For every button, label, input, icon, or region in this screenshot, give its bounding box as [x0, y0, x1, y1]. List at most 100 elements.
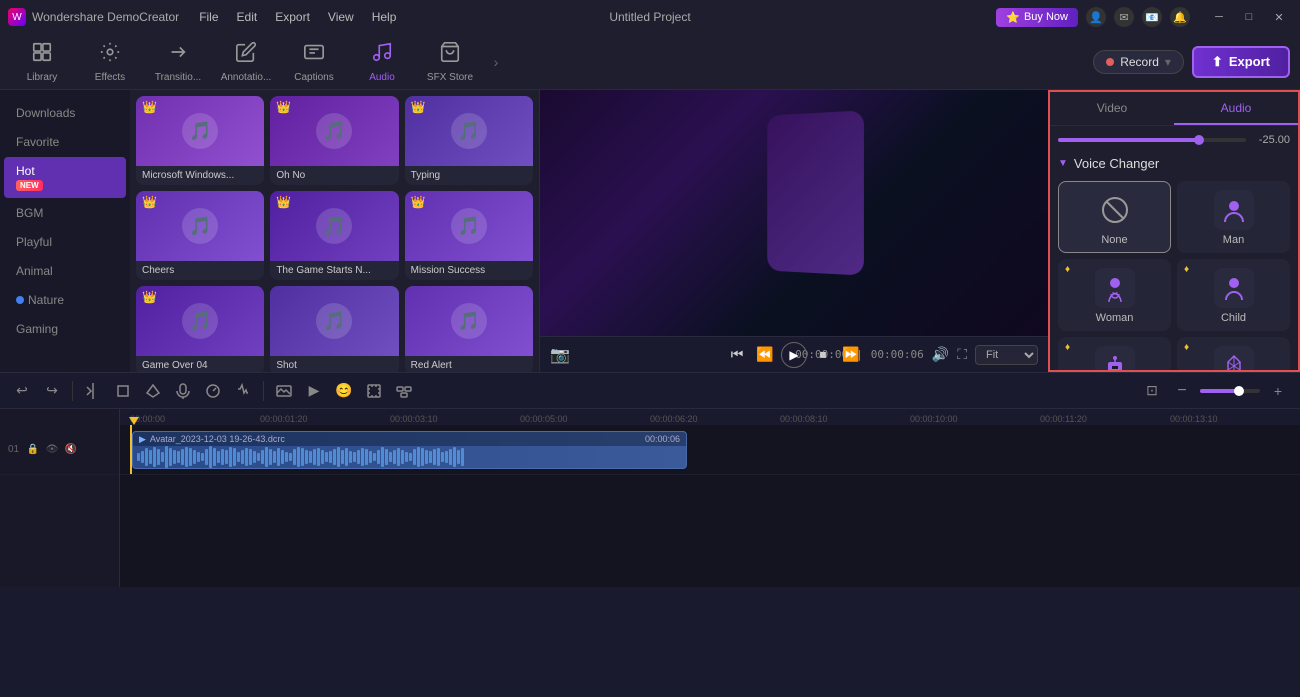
- track-label-01: 01 🔒 👁 🔇: [0, 425, 119, 475]
- emoji-button[interactable]: 😊: [332, 379, 356, 403]
- zoom-in-button[interactable]: +: [1266, 379, 1290, 403]
- menu-export[interactable]: Export: [267, 8, 318, 26]
- notifications-icon[interactable]: 🔔: [1170, 7, 1190, 27]
- zoom-thumb[interactable]: [1234, 386, 1244, 396]
- audio-card-4[interactable]: 👑 🎵 Cheers: [136, 191, 264, 280]
- menu-edit[interactable]: Edit: [229, 8, 266, 26]
- main-area: Downloads Favorite Hot NEW BGM Playful A…: [0, 90, 1300, 372]
- fullscreen-button[interactable]: ⛶: [957, 346, 967, 363]
- sidebar-item-bgm[interactable]: BGM: [4, 199, 126, 227]
- buy-now-button[interactable]: ⭐ Buy Now: [996, 8, 1078, 27]
- user-icon[interactable]: 👤: [1086, 7, 1106, 27]
- group-button[interactable]: [392, 379, 416, 403]
- toolbar-transitions[interactable]: Transitio...: [146, 37, 210, 87]
- timeline-ruler: 00:00:00 00:00:01:20 00:00:03:10 00:00:0…: [120, 409, 1300, 425]
- stop-button[interactable]: ⏹: [811, 343, 835, 367]
- minimize-button[interactable]: ─: [1206, 7, 1232, 27]
- audio-card-9[interactable]: 🎵 Red Alert: [405, 286, 533, 372]
- video-clip[interactable]: ▶ Avatar_2023-12-03 19-26-43.dcrc 00:00:…: [132, 431, 687, 469]
- audio-card-1[interactable]: 👑 🎵 Microsoft Windows...: [136, 96, 264, 185]
- volume-button[interactable]: 🔊: [932, 346, 949, 363]
- audio-button[interactable]: [231, 379, 255, 403]
- mute-icon[interactable]: 🔇: [63, 442, 79, 458]
- play-button[interactable]: ▶: [781, 342, 807, 368]
- toolbar-library[interactable]: Library: [10, 37, 74, 87]
- voice-card-robot[interactable]: ♦ Robot: [1058, 337, 1171, 370]
- music-icon-6: 🎵: [451, 208, 487, 244]
- voice-button[interactable]: [171, 379, 195, 403]
- toolbar-captions[interactable]: Captions: [282, 37, 346, 87]
- skip-back-button[interactable]: ⏪: [753, 343, 777, 367]
- crown-icon-2: 👑: [276, 100, 291, 114]
- voice-card-transformers[interactable]: ♦ Transformers: [1177, 337, 1290, 370]
- screenshot-button[interactable]: 📷: [550, 345, 570, 365]
- voice-card-none[interactable]: None: [1058, 181, 1171, 253]
- close-button[interactable]: ✕: [1266, 7, 1292, 27]
- export-button[interactable]: ⬆ Export: [1192, 46, 1290, 78]
- tab-audio[interactable]: Audio: [1174, 92, 1298, 125]
- voice-card-woman[interactable]: ♦ Woman: [1058, 259, 1171, 331]
- zoom-slider[interactable]: [1200, 389, 1260, 393]
- skip-forward-button[interactable]: ⏩: [839, 343, 863, 367]
- voice-none-label: None: [1101, 234, 1127, 246]
- messages-icon[interactable]: ✉: [1114, 7, 1134, 27]
- effects-icon: [99, 41, 121, 69]
- voice-card-man[interactable]: Man: [1177, 181, 1290, 253]
- eye-icon[interactable]: 👁: [44, 442, 60, 458]
- crop-button[interactable]: [111, 379, 135, 403]
- voice-grid: None Man ♦ Woman: [1058, 181, 1290, 370]
- audio-card-7[interactable]: 👑 🎵 Game Over 04: [136, 286, 264, 372]
- audio-thumb-9: 🎵: [405, 286, 533, 356]
- play-button-tl[interactable]: ▶: [302, 379, 326, 403]
- speed-button[interactable]: [201, 379, 225, 403]
- timeline-ruler-and-tracks: 00:00:00 00:00:01:20 00:00:03:10 00:00:0…: [120, 409, 1300, 587]
- zoom-out-button[interactable]: −: [1170, 379, 1194, 403]
- maximize-button[interactable]: □: [1236, 7, 1262, 27]
- sidebar-item-playful[interactable]: Playful: [4, 228, 126, 256]
- right-content: -25.00 ▼ Voice Changer None: [1050, 126, 1298, 370]
- record-button[interactable]: Record ▾: [1093, 50, 1184, 74]
- mail-icon[interactable]: 📧: [1142, 7, 1162, 27]
- sidebar-item-nature[interactable]: Nature: [4, 286, 126, 314]
- audio-card-3[interactable]: 👑 🎵 Typing: [405, 96, 533, 185]
- audio-label-3: Typing: [405, 166, 533, 185]
- expand-timeline-button[interactable]: ⊡: [1140, 379, 1164, 403]
- audio-card-5[interactable]: 👑 🎵 The Game Starts N...: [270, 191, 398, 280]
- tab-video[interactable]: Video: [1050, 92, 1174, 125]
- menu-view[interactable]: View: [320, 8, 362, 26]
- toolbar-sfxstore[interactable]: SFX Store: [418, 37, 482, 87]
- volume-thumb[interactable]: [1194, 135, 1204, 145]
- menu-help[interactable]: Help: [364, 8, 405, 26]
- split-button[interactable]: [81, 379, 105, 403]
- toolbar-expand-btn[interactable]: ›: [486, 37, 506, 87]
- marker-button[interactable]: [141, 379, 165, 403]
- audio-card-8[interactable]: 🎵 Shot: [270, 286, 398, 372]
- fit-select[interactable]: Fit 100% 75%: [975, 345, 1038, 365]
- sidebar-item-animal[interactable]: Animal: [4, 257, 126, 285]
- sidebar-item-favorite[interactable]: Favorite: [4, 128, 126, 156]
- audio-card-2[interactable]: 👑 🎵 Oh No: [270, 96, 398, 185]
- menu-file[interactable]: File: [191, 8, 226, 26]
- toolbar-annotations[interactable]: Annotatio...: [214, 37, 278, 87]
- undo-button[interactable]: ↩: [10, 379, 34, 403]
- rewind-button[interactable]: ⏮: [725, 343, 749, 367]
- toolbar-effects[interactable]: Effects: [78, 37, 142, 87]
- sidebar-item-gaming[interactable]: Gaming: [4, 315, 126, 343]
- toolbar-audio[interactable]: Audio: [350, 37, 414, 87]
- image-button[interactable]: [272, 379, 296, 403]
- robot-icon: [1095, 346, 1135, 370]
- lock-icon[interactable]: 🔒: [25, 442, 41, 458]
- center-panel: 📷 ⏮ ⏪ ▶ ⏹ ⏩ 00:00:00 | 00:00:06 🔊 ⛶ Fit …: [540, 90, 1048, 372]
- music-icon-5: 🎵: [316, 208, 352, 244]
- sidebar-item-hot[interactable]: Hot NEW: [4, 157, 126, 198]
- voice-card-child[interactable]: ♦ Child: [1177, 259, 1290, 331]
- audio-card-6[interactable]: 👑 🎵 Mission Success: [405, 191, 533, 280]
- transform-button[interactable]: [362, 379, 386, 403]
- volume-slider[interactable]: [1058, 138, 1246, 142]
- preview-bottom-bar: 📷 ⏮ ⏪ ▶ ⏹ ⏩ 00:00:00 | 00:00:06 🔊 ⛶ Fit …: [540, 336, 1048, 372]
- voice-woman-label: Woman: [1096, 312, 1134, 324]
- redo-button[interactable]: ↪: [40, 379, 64, 403]
- sidebar-item-downloads[interactable]: Downloads: [4, 99, 126, 127]
- separator-1: [72, 381, 73, 401]
- voice-changer-header[interactable]: ▼ Voice Changer: [1058, 156, 1290, 171]
